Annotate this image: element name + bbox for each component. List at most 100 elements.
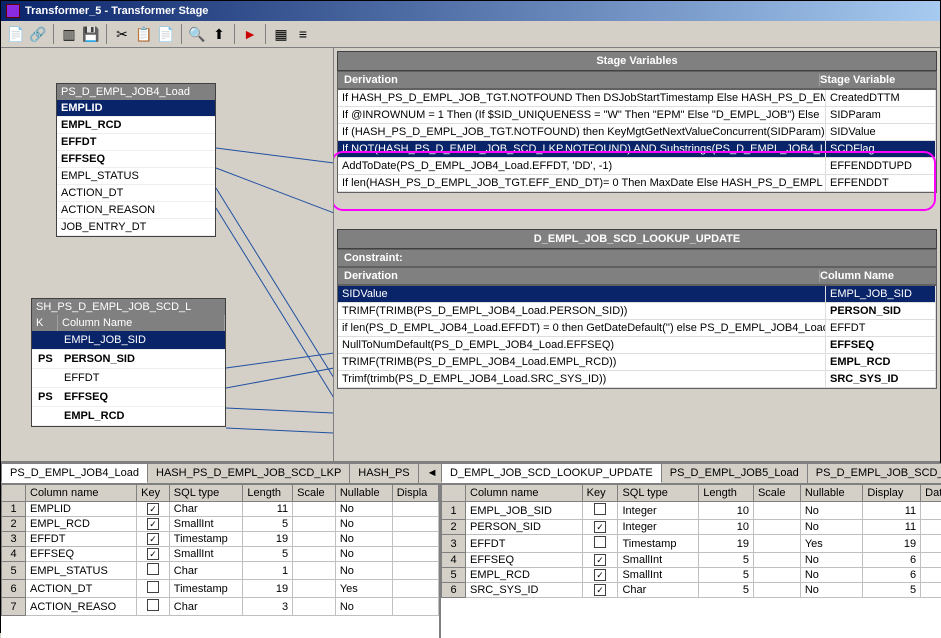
bottom-right-tabs: D_EMPL_JOB_SCD_LOOKUP_UPDATEPS_D_EMPL_JO…: [441, 463, 941, 484]
checkbox-icon[interactable]: [594, 554, 606, 566]
table-row[interactable]: 5EMPL_RCDSmallInt5No6: [442, 568, 941, 583]
list-item[interactable]: ACTION_REASON: [57, 202, 215, 219]
input2-title: SH_PS_D_EMPL_JOB_SCD_L: [32, 299, 225, 315]
table-row[interactable]: 2PERSON_SIDInteger10No11: [442, 520, 941, 535]
tab[interactable]: HASH_PS_D_EMPL_JOB_SCD_LKP: [147, 463, 350, 483]
column-header[interactable]: Nullable: [335, 485, 392, 502]
link-icon[interactable]: 🔗: [28, 24, 48, 44]
list-item[interactable]: EMPL_RCD: [32, 407, 225, 426]
list-item[interactable]: EMPL_STATUS: [57, 168, 215, 185]
list-item[interactable]: JOB_ENTRY_DT: [57, 219, 215, 236]
table-row[interactable]: 4EFFSEQSmallInt5No: [2, 547, 439, 562]
column-header[interactable]: [442, 485, 466, 502]
column-header[interactable]: [2, 485, 26, 502]
checkbox-icon[interactable]: [147, 503, 159, 515]
input-link-1[interactable]: PS_D_EMPL_JOB4_Load EMPLIDEMPL_RCDEFFDTE…: [56, 83, 216, 237]
list-item[interactable]: EFFDT: [57, 134, 215, 151]
table-row[interactable]: 1EMPLIDChar11No: [2, 502, 439, 517]
table-row[interactable]: If @INROWNUM = 1 Then (If $SID_UNIQUENES…: [338, 107, 936, 124]
checkbox-icon[interactable]: [594, 584, 606, 596]
list-item[interactable]: EMPL_RCD: [57, 117, 215, 134]
column-header[interactable]: Key: [137, 485, 170, 502]
lookup-grid[interactable]: SIDValueEMPL_JOB_SIDTRIMF(TRIMB(PS_D_EMP…: [337, 285, 937, 389]
list-item[interactable]: EFFSEQ: [57, 151, 215, 168]
tab[interactable]: PS_D_EMPL_JOB4_Load: [1, 463, 148, 483]
table-row[interactable]: NullToNumDefault(PS_D_EMPL_JOB4_Load.EFF…: [338, 337, 936, 354]
table-row[interactable]: 7ACTION_REASOChar3No: [2, 598, 439, 616]
table-row[interactable]: 2EMPL_RCDSmallInt5No: [2, 517, 439, 532]
list-icon[interactable]: ≡: [293, 24, 313, 44]
input-link-2[interactable]: SH_PS_D_EMPL_JOB_SCD_L K Column Name EMP…: [31, 298, 226, 427]
tab[interactable]: PS_D_EMPL_JOB5_Load: [661, 463, 808, 483]
column-header[interactable]: Length: [699, 485, 754, 502]
table-row[interactable]: 6SRC_SYS_IDChar5No5: [442, 583, 941, 598]
checkbox-icon[interactable]: [147, 563, 159, 575]
table-row[interactable]: 3EFFDTTimestamp19No: [2, 532, 439, 547]
checkbox-icon[interactable]: [147, 548, 159, 560]
column-header[interactable]: Displa: [392, 485, 438, 502]
table-row[interactable]: TRIMF(TRIMB(PS_D_EMPL_JOB4_Load.EMPL_RCD…: [338, 354, 936, 371]
column-header[interactable]: SQL type: [618, 485, 699, 502]
checkbox-icon[interactable]: [147, 518, 159, 530]
checkbox-icon[interactable]: [147, 599, 159, 611]
sv-col-variable: Stage Variable: [820, 74, 930, 86]
checkbox-icon[interactable]: [147, 533, 159, 545]
tab[interactable]: D_EMPL_JOB_SCD_LOOKUP_UPDATE: [441, 463, 662, 483]
tab[interactable]: HASH_PS: [349, 463, 418, 483]
constraint-label[interactable]: Constraint:: [344, 252, 930, 264]
table-row[interactable]: 4EFFSEQSmallInt5No6: [442, 553, 941, 568]
new-icon[interactable]: 📄: [6, 24, 26, 44]
table-row[interactable]: 5EMPL_STATUSChar1No: [2, 562, 439, 580]
table-row[interactable]: If NOT(HASH_PS_D_EMPL_JOB_SCD_LKP.NOTFOU…: [338, 141, 936, 158]
table-row[interactable]: TRIMF(TRIMB(PS_D_EMPL_JOB4_Load.PERSON_S…: [338, 303, 936, 320]
column-header[interactable]: Column name: [466, 485, 583, 502]
checkbox-icon[interactable]: [147, 581, 159, 593]
checkbox-icon[interactable]: [594, 569, 606, 581]
up-icon[interactable]: ⬆: [209, 24, 229, 44]
list-item[interactable]: EMPL_JOB_SID: [32, 331, 225, 350]
list-item[interactable]: ACTION_DT: [57, 185, 215, 202]
column-header[interactable]: Scale: [753, 485, 800, 502]
table-row[interactable]: if len(PS_D_EMPL_JOB4_Load.EFFDT) = 0 th…: [338, 320, 936, 337]
grid-icon[interactable]: ▦: [271, 24, 291, 44]
table-row[interactable]: If (HASH_PS_D_EMPL_JOB_TGT.NOTFOUND) the…: [338, 124, 936, 141]
table-row[interactable]: Trimf(trimb(PS_D_EMPL_JOB4_Load.SRC_SYS_…: [338, 371, 936, 388]
col-header-name: Column Name: [58, 315, 225, 331]
table-row[interactable]: SIDValueEMPL_JOB_SID: [338, 286, 936, 303]
table-row[interactable]: 3EFFDTTimestamp19Yes19: [442, 535, 941, 553]
find-icon[interactable]: 🔍: [187, 24, 207, 44]
column-header[interactable]: Nullable: [800, 485, 863, 502]
save-icon[interactable]: 💾: [81, 24, 101, 44]
table-row[interactable]: 6ACTION_DTTimestamp19Yes: [2, 580, 439, 598]
table-row[interactable]: 1EMPL_JOB_SIDInteger10No11: [442, 502, 941, 520]
list-item[interactable]: EMPLID: [57, 100, 215, 117]
column-header[interactable]: Scale: [293, 485, 336, 502]
bottom-left-grid[interactable]: Column nameKeySQL typeLengthScaleNullabl…: [1, 484, 439, 638]
column-header[interactable]: Length: [243, 485, 293, 502]
checkbox-icon[interactable]: [594, 536, 606, 548]
cut-icon[interactable]: ✂: [112, 24, 132, 44]
column-header[interactable]: SQL type: [169, 485, 243, 502]
table-row[interactable]: If HASH_PS_D_EMPL_JOB_TGT.NOTFOUND Then …: [338, 90, 936, 107]
list-item[interactable]: PSEFFSEQ: [32, 388, 225, 407]
window-titlebar: Transformer_5 - Transformer Stage: [1, 1, 940, 21]
stage-vars-grid[interactable]: If HASH_PS_D_EMPL_JOB_TGT.NOTFOUND Then …: [337, 89, 937, 193]
column-header[interactable]: Display: [863, 485, 921, 502]
column-header[interactable]: Column name: [26, 485, 137, 502]
column-icon[interactable]: ▥: [59, 24, 79, 44]
lookup-header: D_EMPL_JOB_SCD_LOOKUP_UPDATE: [337, 229, 937, 249]
table-row[interactable]: AddToDate(PS_D_EMPL_JOB4_Load.EFFDT, 'DD…: [338, 158, 936, 175]
lk-col-column: Column Name: [820, 270, 930, 282]
paste-icon[interactable]: 📄: [156, 24, 176, 44]
copy-icon[interactable]: 📋: [134, 24, 154, 44]
column-header[interactable]: Key: [582, 485, 618, 502]
column-header[interactable]: Data element: [921, 485, 941, 502]
bottom-right-grid[interactable]: Column nameKeySQL typeLengthScaleNullabl…: [441, 484, 941, 638]
list-item[interactable]: EFFDT: [32, 369, 225, 388]
table-row[interactable]: If len(HASH_PS_D_EMPL_JOB_TGT.EFF_END_DT…: [338, 175, 936, 192]
checkbox-icon[interactable]: [594, 503, 606, 515]
arrow-icon[interactable]: ►: [240, 24, 260, 44]
checkbox-icon[interactable]: [594, 521, 606, 533]
tab[interactable]: PS_D_EMPL_JOB_SCD_UPD: [807, 463, 941, 483]
list-item[interactable]: PSPERSON_SID: [32, 350, 225, 369]
